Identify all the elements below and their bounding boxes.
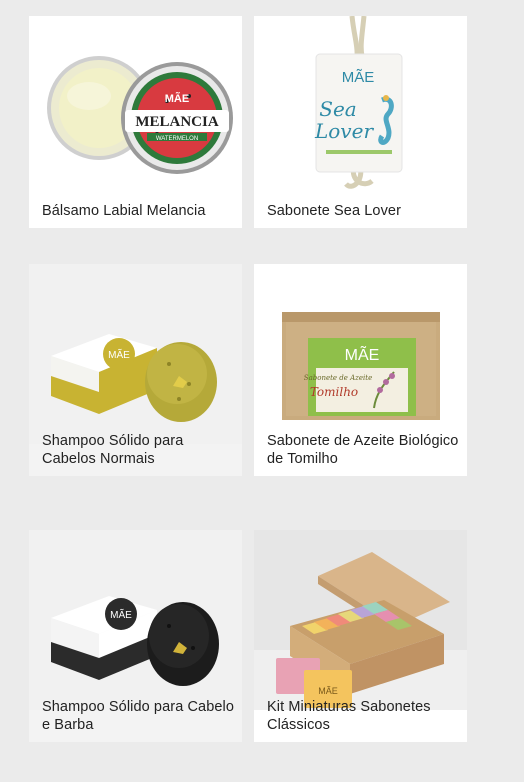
brand-logo: MÃE [342,69,375,86]
product-title[interactable]: Sabonete Sea Lover [267,202,461,220]
product-image-shampoo-normais[interactable]: MÃE [29,264,242,444]
product-image-sabonete-tomilho[interactable]: MÃE Sabonete de Azeite Tomilho [254,264,467,444]
sea-lover-word1: Sea [319,97,356,121]
product-image-kit-miniaturas[interactable]: MÃE [254,530,467,710]
product-card-shampoo-barba[interactable]: MÃE Shampoo Sólido para Cabelo e Barba [29,530,242,742]
brand-logo: MÃE [110,608,132,621]
product-image-shampoo-barba[interactable]: MÃE [29,530,242,710]
product-image-sea-lover[interactable]: MÃE Sea Lover [254,16,467,196]
product-title[interactable]: Kit Miniaturas Sabonetes Clássicos [267,698,461,734]
product-card-sea-lover[interactable]: MÃE Sea Lover Sabonete Sea Lover [254,16,467,228]
product-title[interactable]: Bálsamo Labial Melancia [42,202,236,220]
product-card-kit-miniaturas[interactable]: MÃE Kit Miniaturas Sabonetes Clássicos [254,530,467,742]
product-title[interactable]: Shampoo Sólido para Cabelos Normais [42,432,236,468]
brand-logo: MÃE [165,92,189,105]
brand-logo: MÃE [318,686,338,696]
thyme-label: Tomilho [310,385,358,399]
thyme-sub-label: Sabonete de Azeite [304,374,372,382]
product-card-balsamo-labial[interactable]: MELANCIA WATERMELON MÃE Bálsamo Labial M… [29,16,242,228]
sea-lover-word2: Lover [314,119,374,143]
product-image-balsamo[interactable]: MELANCIA WATERMELON MÃE [29,16,242,196]
product-card-sabonete-tomilho[interactable]: MÃE Sabonete de Azeite Tomilho Sabonete … [254,264,467,476]
product-title[interactable]: Shampoo Sólido para Cabelo e Barba [42,698,236,734]
product-card-shampoo-normais[interactable]: MÃE Shampoo Sólido para Cabelos Normais [29,264,242,476]
brand-logo: MÃE [345,344,380,364]
brand-logo: MÃE [108,348,130,361]
product-title[interactable]: Sabonete de Azeite Biológico de Tomilho [267,432,461,468]
balm-lid-sub: WATERMELON [156,136,198,142]
balm-lid-label: MELANCIA [135,114,219,130]
